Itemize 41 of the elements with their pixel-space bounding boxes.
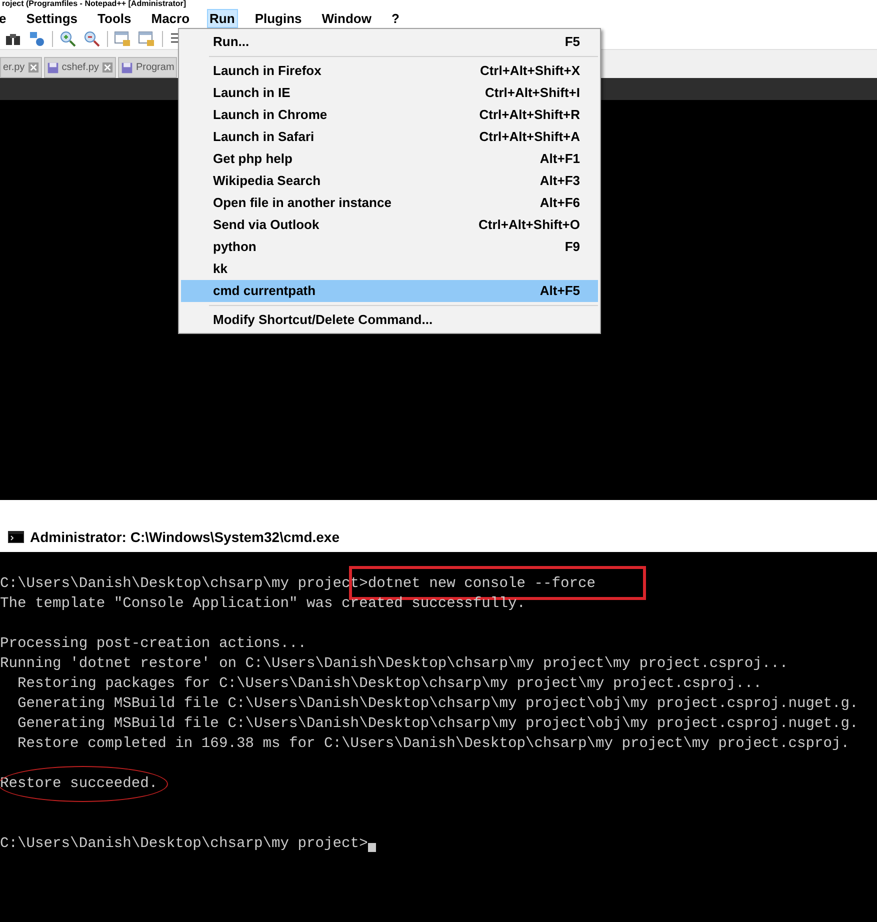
window-title: roject (Programfiles - Notepad++ [Administrator] [1, 0, 186, 8]
menu-item[interactable]: kk [181, 258, 598, 280]
console-line: The template "Console Application" was created successfully. [0, 595, 526, 613]
menu-item[interactable]: cmd currentpath Alt+F5 [181, 280, 598, 302]
menu-item[interactable]: Macro [148, 8, 193, 28]
menu-item[interactable]: Open file in another instance Alt+F6 [181, 192, 598, 214]
file-tab[interactable]: Program [118, 57, 178, 78]
floppy-icon [46, 62, 59, 74]
menu-item[interactable]: Launch in Safari Ctrl+Alt+Shift+A [181, 126, 598, 148]
console-line: Processing post-creation actions... [0, 635, 307, 653]
file-tab[interactable]: er.py [0, 57, 42, 78]
menu-item[interactable]: Run [206, 8, 238, 28]
menu-item[interactable]: Settings [23, 8, 81, 28]
menu-item[interactable]: Launch in Chrome Ctrl+Alt+Shift+R [181, 104, 598, 126]
menu-item[interactable]: Run... F5 [181, 31, 598, 53]
console-line: Restoring packages for C:\Users\Danish\Desktop\chsarp\my project\my project.csproj... [16, 675, 762, 693]
menu-item[interactable]: Plugins [252, 8, 305, 28]
file-tab[interactable]: cshef.py [44, 57, 116, 78]
floppy-icon [120, 62, 133, 74]
console-line: Restore completed in 169.38 ms for C:\Users\Danish\Desktop\chsarp\my project\my project.csproj. [16, 735, 850, 753]
console-line: Generating MSBuild file C:\Users\Danish\Desktop\chsarp\my project\obj\my project.csproj.nuget.g. [16, 695, 858, 713]
menu-item[interactable]: Wikipedia Search Alt+F3 [181, 170, 598, 192]
close-icon[interactable] [28, 62, 39, 73]
zoom-in-icon[interactable] [59, 30, 77, 48]
close-icon[interactable] [102, 62, 113, 73]
console-line: Restore succeeded. [0, 775, 158, 793]
menu-item[interactable]: Get php help Alt+F1 [181, 148, 598, 170]
menu-item[interactable]: Tools [94, 8, 134, 28]
menu-item[interactable]: Send via Outlook Ctrl+Alt+Shift+O [181, 214, 598, 236]
menu-item[interactable]: Modify Shortcut/Delete Command... [181, 309, 598, 331]
console-icon [8, 531, 24, 543]
menu-item[interactable]: python F9 [181, 236, 598, 258]
menu-item[interactable]: Launch in IE Ctrl+Alt+Shift+I [181, 82, 598, 104]
console-title: Administrator: C:\Windows\System32\cmd.exe [30, 528, 340, 547]
menu-item[interactable]: Launch in Firefox Ctrl+Alt+Shift+X [181, 60, 598, 82]
menu-item[interactable]: ? [388, 8, 402, 28]
console-line: Running 'dotnet restore' on C:\Users\Danish\Desktop\chsarp\my project\my project.csproj... [0, 655, 788, 673]
zoom-out-icon[interactable] [83, 30, 101, 48]
console-line: C:\Users\Danish\Desktop\chsarp\my project> [0, 835, 368, 853]
console-line: Generating MSBuild file C:\Users\Danish\Desktop\chsarp\my project\obj\my project.csproj.nuget.g. [16, 715, 858, 733]
menu-item[interactable]: Window [318, 8, 374, 28]
